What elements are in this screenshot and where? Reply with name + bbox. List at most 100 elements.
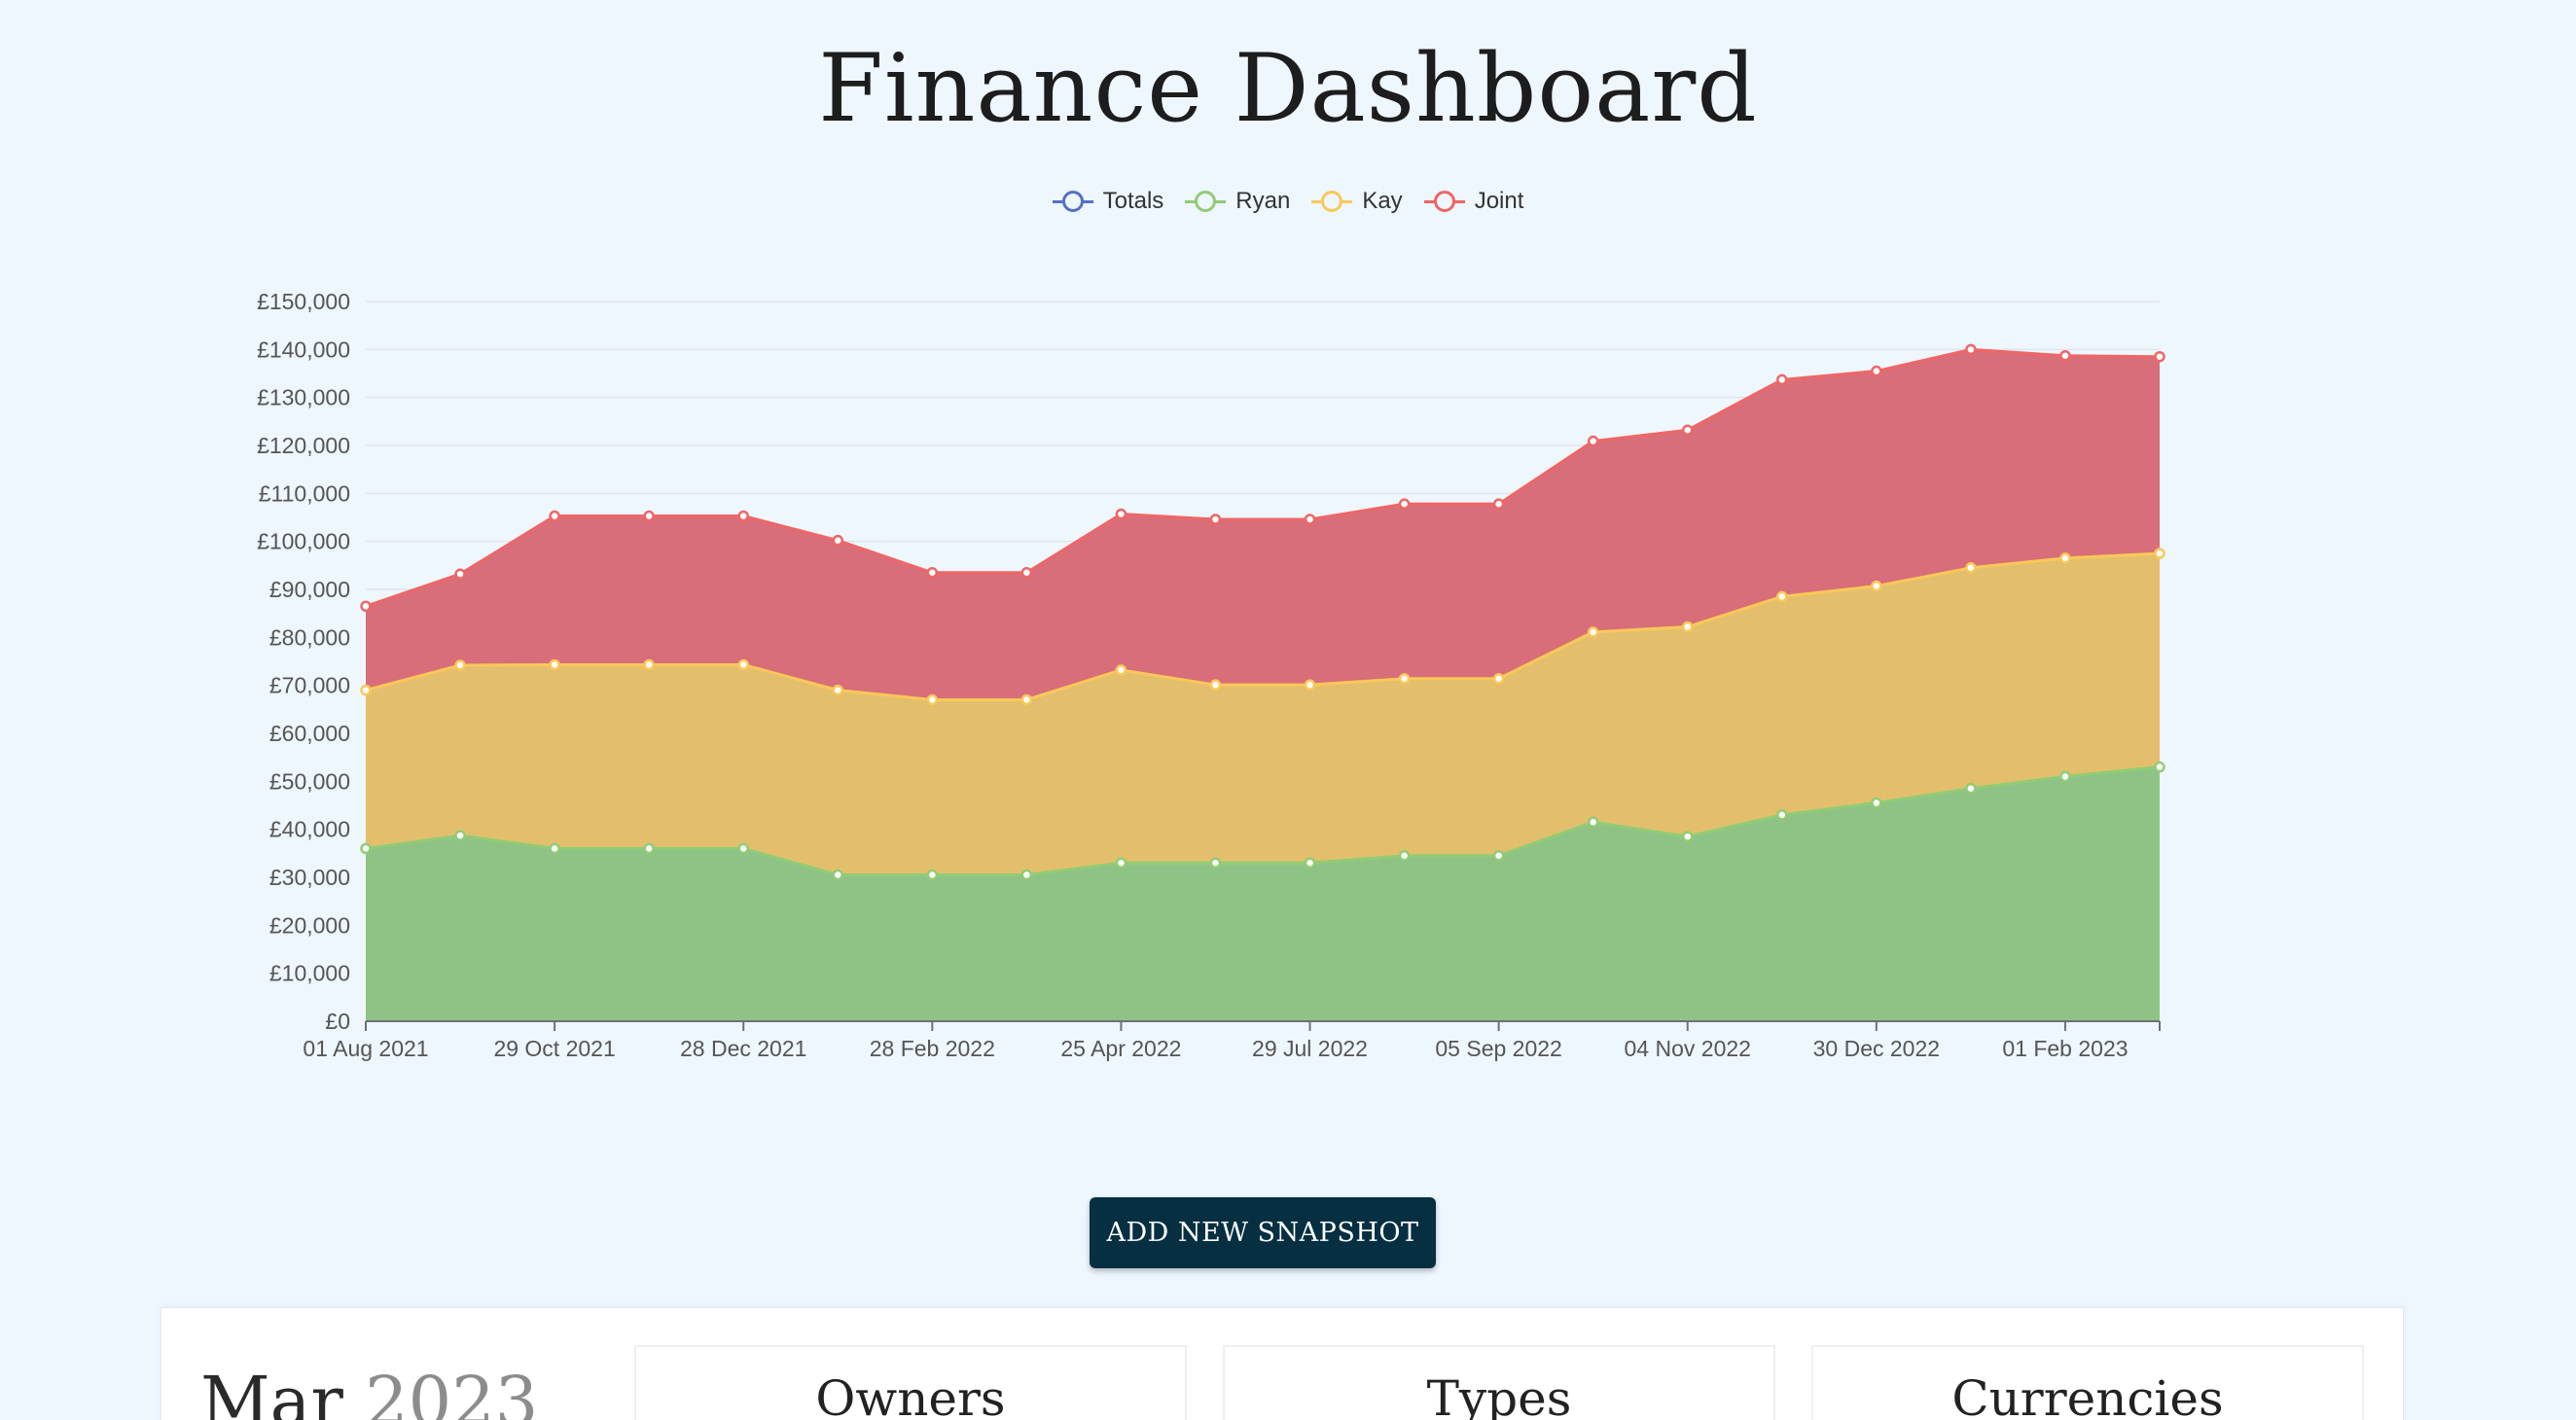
snapshot-month: Mar [200, 1362, 343, 1420]
point-kay [2059, 552, 2071, 564]
point-kay [549, 658, 560, 671]
point-joint [643, 510, 655, 522]
point-joint [2154, 350, 2165, 363]
y-tick-label: £50,000 [269, 768, 350, 794]
point-ryan [549, 842, 560, 855]
point-kay [1020, 693, 1033, 706]
point-joint [1115, 508, 1127, 520]
snapshot-year: 2023 [365, 1362, 539, 1420]
point-joint [1776, 373, 1788, 386]
add-snapshot-button[interactable]: ADD NEW SNAPSHOT [1090, 1197, 1436, 1268]
currencies-card-title[interactable]: Currencies [1813, 1370, 2362, 1420]
point-kay [1587, 626, 1599, 638]
y-tick-label: £140,000 [257, 337, 350, 362]
point-ryan [737, 842, 749, 855]
point-joint [360, 600, 372, 613]
point-joint [1398, 498, 1411, 510]
point-ryan [1587, 816, 1599, 829]
x-tick-label: 04 Nov 2022 [1625, 1036, 1751, 1061]
point-kay [737, 658, 749, 671]
point-kay [1115, 664, 1127, 676]
point-ryan [643, 842, 655, 855]
x-tick-label: 05 Sep 2022 [1435, 1036, 1561, 1061]
point-kay [454, 659, 466, 671]
legend-item-ryan[interactable]: Ryan [1185, 188, 1290, 215]
legend-label-ryan: Ryan [1235, 188, 1291, 214]
point-ryan [1776, 809, 1788, 821]
point-joint [1871, 365, 1882, 377]
x-tick-label: 01 Aug 2021 [303, 1036, 428, 1061]
point-joint [1681, 424, 1694, 436]
point-ryan [1398, 850, 1411, 862]
point-joint [549, 510, 560, 522]
point-joint [1209, 514, 1222, 525]
point-joint [454, 568, 466, 580]
point-ryan [360, 842, 372, 855]
y-tick-label: £110,000 [259, 480, 350, 506]
point-ryan [1209, 857, 1222, 869]
point-joint [2059, 349, 2071, 362]
snapshot-period: Mar 2023 [200, 1362, 538, 1420]
point-joint [1587, 435, 1599, 447]
y-tick-label: £150,000 [257, 289, 350, 314]
legend-item-totals[interactable]: Totals [1052, 188, 1164, 215]
stacked-area-chart: £0 £10,000 £20,000 £30,000 £40,000 £50,000 £60… [257, 289, 2165, 1061]
point-kay [1209, 679, 1222, 691]
point-kay [1965, 562, 1977, 574]
types-card: Types [1223, 1345, 1775, 1420]
legend-item-kay[interactable]: Kay [1311, 188, 1403, 215]
owners-card: Owners [634, 1345, 1187, 1420]
page-title: Finance Dashboard [818, 34, 1758, 143]
y-tick-label: £100,000 [257, 529, 350, 554]
point-kay [926, 693, 939, 706]
legend-swatch-joint [1423, 189, 1465, 214]
point-ryan [1965, 782, 1977, 795]
chart-legend: Totals Ryan Kay Joint [0, 188, 2576, 215]
point-ryan [2059, 770, 2071, 783]
point-kay [1871, 580, 1882, 592]
point-kay [360, 684, 372, 696]
point-ryan [1020, 869, 1033, 881]
point-ryan [1115, 857, 1127, 869]
types-card-title[interactable]: Types [1225, 1370, 1773, 1420]
point-kay [2154, 548, 2165, 559]
point-ryan [926, 869, 939, 881]
legend-swatch-ryan [1185, 189, 1227, 214]
point-joint [832, 534, 844, 547]
point-ryan [1492, 850, 1505, 862]
y-tick-label: £30,000 [269, 865, 350, 890]
x-tick-label: 30 Dec 2022 [1813, 1036, 1940, 1061]
currencies-card: Currencies [1811, 1345, 2364, 1420]
point-joint [1965, 343, 1977, 356]
point-ryan [2154, 761, 2165, 773]
point-kay [832, 684, 844, 696]
x-tick-label: 25 Apr 2022 [1060, 1036, 1181, 1061]
point-joint [926, 566, 939, 579]
point-ryan [1304, 857, 1316, 869]
y-tick-label: £10,000 [269, 961, 350, 986]
legend-label-kay: Kay [1362, 188, 1403, 214]
legend-label-joint: Joint [1474, 188, 1524, 214]
y-tick-label: £0 [325, 1009, 350, 1034]
point-kay [1776, 590, 1788, 603]
point-kay [1398, 673, 1411, 685]
point-ryan [832, 869, 844, 881]
y-tick-label: £80,000 [269, 624, 350, 650]
owners-card-title[interactable]: Owners [636, 1370, 1185, 1420]
point-joint [1492, 498, 1505, 510]
point-kay [643, 658, 655, 671]
legend-item-joint[interactable]: Joint [1423, 188, 1524, 215]
point-kay [1492, 673, 1505, 685]
legend-swatch-totals [1052, 189, 1093, 214]
y-tick-label: £90,000 [269, 577, 350, 602]
point-ryan [1871, 797, 1882, 809]
y-tick-label: £40,000 [269, 817, 350, 842]
y-tick-label: £20,000 [269, 912, 350, 938]
point-joint [1304, 514, 1316, 525]
y-tick-label: £70,000 [269, 673, 350, 698]
y-tick-label: £130,000 [257, 385, 350, 410]
legend-label-totals: Totals [1102, 188, 1164, 214]
legend-swatch-kay [1311, 189, 1353, 214]
point-ryan [454, 830, 466, 841]
point-kay [1304, 679, 1316, 691]
